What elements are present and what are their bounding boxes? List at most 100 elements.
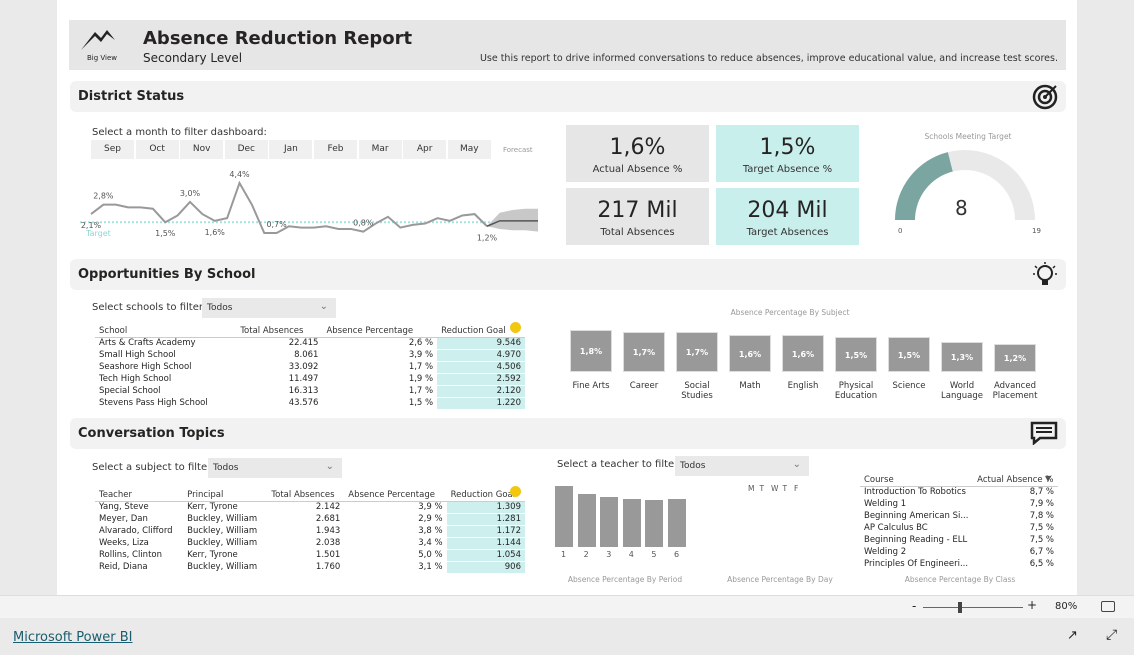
column-header[interactable]: Total Absences	[267, 489, 345, 502]
table-cell: 3,4 %	[418, 538, 443, 548]
subject-bar[interactable]: 1,2%	[994, 344, 1036, 372]
table-row[interactable]: Welding 1 7,9 %	[860, 498, 1058, 510]
table-row[interactable]: Yang, Steve Kerr, Tyrone 2.142 3,9 % 1.309	[95, 501, 525, 514]
table-cell: Buckley, William	[187, 526, 258, 536]
table-row[interactable]: Reid, Diana Buckley, William 1.760 3,1 % 906	[95, 561, 525, 574]
period-bar[interactable]	[600, 497, 619, 547]
table-row[interactable]: Alvarado, Clifford Buckley, William 1.943 3…	[95, 525, 525, 538]
table-row[interactable]: Seashore High School 33.092 1,7 % 4.506	[95, 361, 525, 374]
kpi-caption: Target Absences	[746, 227, 829, 238]
period-bar[interactable]	[577, 494, 596, 547]
month-button-oct[interactable]: Oct	[135, 140, 179, 159]
fullscreen-icon[interactable]: ⤢	[1106, 627, 1117, 643]
kpi-caption: Actual Absence %	[592, 164, 683, 175]
column-header[interactable]: Total Absences	[236, 325, 323, 338]
table-cell: Buckley, William	[187, 562, 258, 572]
day-label: T	[782, 484, 788, 493]
column-header[interactable]: Absence Percentage	[322, 325, 438, 338]
subject-filter-dropdown[interactable]: Todos ⌄	[208, 458, 342, 478]
subject-filter-label: Select a subject to filter:	[92, 462, 215, 473]
period-bar[interactable]	[622, 499, 641, 547]
column-header[interactable]: School	[95, 325, 237, 338]
subject-bar[interactable]: 1,8%	[570, 330, 612, 372]
forecast-label: Forecast	[503, 146, 533, 154]
column-header[interactable]: Principal	[183, 489, 268, 502]
table-row[interactable]: AP Calculus BC 7,5 %	[860, 522, 1058, 534]
table-row[interactable]: Weeks, Liza Buckley, William 2.038 3,4 % 1.1…	[95, 537, 525, 550]
table-cell: 2,9 %	[418, 514, 443, 524]
table-row[interactable]: Meyer, Dan Buckley, William 2.681 2,9 % 1.28…	[95, 513, 525, 526]
zoom-slider[interactable]	[923, 607, 1023, 608]
table-cell: Small High School	[99, 350, 176, 360]
chevron-down-icon: ⌄	[792, 459, 801, 470]
subject-bar[interactable]: 1,5%	[888, 337, 930, 372]
table-row[interactable]: Welding 2 6,7 %	[860, 546, 1058, 558]
subject-bar[interactable]: 1,6%	[729, 334, 771, 372]
table-cell: Principles Of Engineeri...	[864, 559, 969, 569]
month-button-nov[interactable]: Nov	[180, 140, 224, 159]
subject-bar[interactable]: 1,7%	[623, 332, 665, 372]
subject-bar[interactable]: 1,6%	[782, 334, 824, 372]
month-button-may[interactable]: May	[447, 140, 491, 159]
share-icon[interactable]: ↗	[1067, 628, 1078, 643]
day-label: W	[771, 484, 779, 493]
period-bar[interactable]	[555, 486, 573, 547]
month-button-sep[interactable]: Sep	[91, 140, 134, 159]
table-cell: Arts & Crafts Academy	[99, 338, 196, 349]
class-table: Course Actual Absence % Introduction To Ro…	[860, 474, 1058, 570]
table-row[interactable]: Rollins, Clinton Kerr, Tyrone 1.501 5,0 % 1.…	[95, 549, 525, 562]
day-chart-title: Absence Percentage By Day	[727, 575, 833, 584]
subject-label: Math	[739, 381, 761, 391]
table-cell: 3,1 %	[418, 562, 443, 572]
table-cell: Kerr, Tyrone	[187, 550, 238, 560]
month-button-dec[interactable]: Dec	[224, 140, 268, 159]
subject-label: World Language	[941, 381, 983, 401]
column-header[interactable]: Course	[860, 474, 974, 487]
table-cell: Introduction To Robotics	[864, 487, 966, 498]
period-label: 5	[651, 550, 657, 559]
table-row[interactable]: Beginning Reading - ELL 7,5 %	[860, 534, 1058, 546]
table-cell: Reid, Diana	[99, 562, 148, 572]
table-row[interactable]: Beginning American Si... 7,8 %	[860, 510, 1058, 522]
table-cell: 8.061	[294, 350, 319, 360]
month-button-jan[interactable]: Jan	[269, 140, 313, 159]
table-cell: 6,5 %	[1029, 559, 1054, 569]
table-cell: 7,8 %	[1029, 511, 1054, 521]
data-label: 3,0%	[180, 189, 201, 198]
table-row[interactable]: Tech High School 11.497 1,9 % 2.592	[95, 373, 525, 386]
table-row[interactable]: Introduction To Robotics 8,7 %	[860, 486, 1058, 498]
table-cell: 1.144	[446, 537, 525, 550]
month-button-mar[interactable]: Mar	[358, 140, 402, 159]
zoom-out-button[interactable]: -	[912, 599, 916, 613]
data-label: 0,7%	[266, 220, 287, 229]
table-row[interactable]: Principles Of Engineeri... 6,5 %	[860, 558, 1058, 570]
table-row[interactable]: Small High School 8.061 3,9 % 4.970	[95, 349, 525, 362]
period-label: 1	[561, 550, 567, 559]
month-filter-label: Select a month to filter dashboard:	[92, 127, 267, 138]
period-bar[interactable]	[645, 500, 664, 547]
subject-label: Science	[892, 381, 926, 391]
fit-to-page-icon[interactable]	[1101, 601, 1115, 612]
subject-bar[interactable]: 1,7%	[676, 332, 718, 372]
table-row[interactable]: Special School 16.313 1,7 % 2.120	[95, 385, 525, 398]
column-header[interactable]: Teacher	[95, 489, 184, 502]
month-button-feb[interactable]: Feb	[314, 140, 357, 159]
period-bar[interactable]	[668, 499, 686, 547]
sort-desc-icon[interactable]: ▼	[1045, 474, 1051, 483]
table-row[interactable]: Arts & Crafts Academy 22.415 2,6 % 9.546	[95, 337, 525, 350]
table-cell: Beginning American Si...	[864, 511, 969, 521]
kpi-caption: Target Absence %	[742, 164, 833, 175]
period-label: 4	[628, 550, 634, 559]
column-header[interactable]: Absence Percentage	[344, 489, 447, 502]
teacher-filter-dropdown[interactable]: Todos ⌄	[675, 456, 809, 476]
month-button-apr[interactable]: Apr	[403, 140, 447, 159]
table-cell: 1.172	[446, 525, 525, 538]
zoom-in-button[interactable]: +	[1027, 598, 1037, 612]
subject-bar[interactable]: 1,5%	[835, 337, 877, 372]
school-filter-dropdown[interactable]: Todos ⌄	[202, 298, 336, 318]
table-row[interactable]: Stevens Pass High School 43.576 1,5 % 1.220	[95, 397, 525, 410]
subject-label: Advanced Placement	[992, 381, 1038, 401]
power-bi-link[interactable]: Microsoft Power BI	[13, 630, 132, 645]
zoom-slider-handle[interactable]	[958, 602, 962, 613]
subject-bar[interactable]: 1,3%	[941, 341, 983, 372]
